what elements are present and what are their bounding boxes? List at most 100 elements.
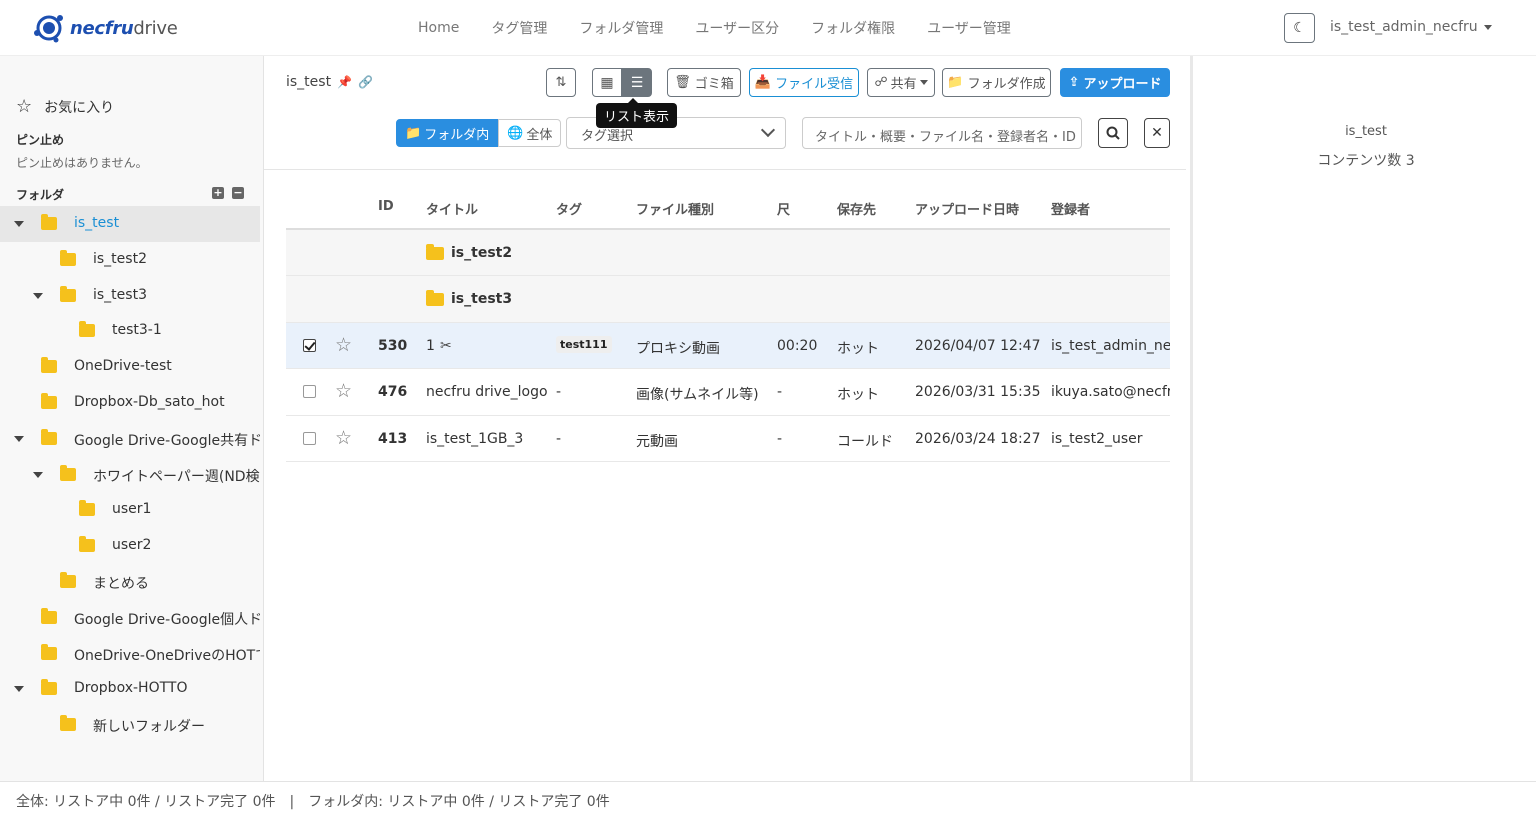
- table-row[interactable]: ☆ 530 1 プロキシ動画 00:20 ホット 2026/04/07 12:47 is_te…: [286, 322, 1170, 370]
- folder-tree-item[interactable]: is_test3: [0, 278, 260, 314]
- brand-name: necfrudrive: [70, 17, 178, 39]
- nav-folder-management[interactable]: フォルダ管理: [579, 18, 663, 38]
- divider: [264, 169, 1186, 170]
- favorites-link[interactable]: ☆ お気に入り: [16, 96, 114, 117]
- col-title[interactable]: タイトル: [426, 199, 478, 218]
- folder-row[interactable]: is_test2: [286, 230, 1170, 277]
- col-owner[interactable]: 登録者: [1051, 199, 1090, 218]
- caret-down-icon[interactable]: [33, 471, 43, 478]
- search-button[interactable]: [1098, 118, 1128, 148]
- scope-all-button[interactable]: 🌐 全体: [498, 119, 562, 147]
- search-icon: [1106, 126, 1120, 140]
- col-duration[interactable]: 尺: [777, 199, 790, 218]
- dark-mode-toggle-button[interactable]: ☾: [1284, 13, 1315, 43]
- row-id: 476: [378, 384, 408, 401]
- folder-tree-item[interactable]: Google Drive-Google個人ドライブ: [0, 600, 260, 636]
- search-scope-toggle: 📁 フォルダ内 🌐 全体: [396, 119, 562, 147]
- nav-user-management[interactable]: ユーザー管理: [927, 18, 1011, 38]
- scope-in-folder-button[interactable]: 📁 フォルダ内: [396, 119, 499, 147]
- folder-tree: is_test is_test2 is_test3 test3-1 OneDrive-t…: [0, 206, 260, 743]
- folder-tree-item[interactable]: Google Drive-Google共有ドライブ: [0, 421, 260, 457]
- search-input[interactable]: タイトル・概要・ファイル名・登録者名・ID: [802, 117, 1082, 149]
- folder-tree-label: 新しいフォルダー: [93, 719, 205, 736]
- row-id: 530: [378, 337, 408, 354]
- table-row[interactable]: ☆ 476 necfru drive_logo 画像(サムネイル等) - ホット 2026/…: [286, 369, 1170, 416]
- share-button[interactable]: ☍ 共有: [867, 68, 935, 97]
- nav-tag-management[interactable]: タグ管理: [491, 18, 547, 38]
- tag-badge[interactable]: test111: [556, 335, 612, 353]
- pin-icon[interactable]: 📌: [337, 75, 352, 89]
- brand-logo[interactable]: necfrudrive: [30, 9, 178, 47]
- pinned-title: ピン止め: [16, 133, 65, 147]
- caret-down-icon[interactable]: [14, 435, 24, 442]
- link-icon[interactable]: 🔗: [358, 75, 373, 89]
- sidebar: ☆ お気に入り ピン止め ピン止めはありません。 フォルダ + − is_tes…: [0, 56, 264, 781]
- trash-button[interactable]: 🗑 ゴミ箱: [667, 68, 741, 97]
- row-checkbox[interactable]: [303, 431, 316, 445]
- folder-icon: [60, 249, 76, 266]
- folder-tree-item[interactable]: test3-1: [0, 313, 260, 349]
- col-uploaded[interactable]: アップロード日時: [915, 199, 1019, 218]
- folder-tree-item[interactable]: user2: [0, 528, 260, 564]
- folder-tree-label: まとめる: [93, 575, 149, 592]
- table-row[interactable]: ☆ 413 is_test_1GB_3 元動画 - コールド 2026/03/24 18:2…: [286, 416, 1170, 462]
- folder-tree-item[interactable]: Dropbox-Db_sato_hot: [0, 385, 260, 421]
- col-storage[interactable]: 保存先: [837, 199, 876, 218]
- caret-down-icon[interactable]: [14, 221, 24, 227]
- share-icon: ☍: [874, 75, 888, 90]
- folder-tree-item[interactable]: Dropbox-HOTTO: [0, 671, 260, 707]
- row-checkbox[interactable]: [303, 338, 316, 352]
- nav-folder-permissions[interactable]: フォルダ権限: [811, 18, 895, 38]
- collapse-all-button[interactable]: −: [232, 187, 244, 199]
- folder-tree-item[interactable]: まとめる: [0, 564, 260, 600]
- folder-icon: [60, 464, 76, 481]
- sort-button[interactable]: ⇅: [546, 68, 576, 97]
- folder-tree-item[interactable]: ホワイトペーパー週(ND検: [0, 457, 260, 493]
- nav-home[interactable]: Home: [418, 20, 459, 36]
- row-duration: -: [777, 430, 783, 447]
- favorite-star-icon[interactable]: ☆: [335, 380, 352, 402]
- user-name: is_test_admin_necfru: [1330, 19, 1478, 35]
- favorite-star-icon[interactable]: ☆: [335, 334, 352, 356]
- row-uploaded: 2026/04/07 12:47: [915, 337, 1041, 354]
- folder-tree-label: Google Drive-Google共有ドライブ: [74, 432, 260, 449]
- folder-tree-label: is_test: [74, 215, 120, 231]
- folder-tree-item[interactable]: is_test2: [0, 242, 260, 278]
- favorite-star-icon[interactable]: ☆: [335, 427, 352, 449]
- folder-icon: [41, 607, 57, 624]
- folder-tree-item[interactable]: OneDrive-test: [0, 349, 260, 385]
- col-id[interactable]: ID: [378, 199, 394, 214]
- list-view-button[interactable]: ☰: [622, 68, 652, 97]
- nav-user-category[interactable]: ユーザー区分: [695, 18, 779, 38]
- row-uploaded: 2026/03/24 18:27: [915, 430, 1041, 447]
- folder-tree-item[interactable]: 新しいフォルダー: [0, 707, 260, 743]
- user-menu[interactable]: is_test_admin_necfru: [1330, 19, 1492, 35]
- col-tag[interactable]: タグ: [556, 199, 582, 218]
- folder-tree-label: ホワイトペーパー週(ND検: [93, 468, 260, 485]
- grid-view-button[interactable]: ▦: [592, 68, 622, 97]
- folder-tree-item[interactable]: user1: [0, 492, 260, 528]
- row-checkbox[interactable]: [303, 385, 316, 399]
- expand-all-button[interactable]: +: [212, 187, 224, 199]
- folder-icon: [60, 715, 76, 732]
- chevron-down-icon: [760, 122, 776, 138]
- caret-down-icon[interactable]: [33, 292, 43, 299]
- clear-search-button[interactable]: ✕: [1144, 118, 1170, 148]
- col-type[interactable]: ファイル種別: [636, 199, 714, 218]
- folder-row[interactable]: is_test3: [286, 276, 1170, 323]
- folder-tree-label: user1: [112, 501, 152, 518]
- create-folder-button[interactable]: 📁 フォルダ作成: [942, 68, 1051, 97]
- folder-icon: [60, 285, 76, 302]
- receive-files-button[interactable]: 📥 ファイル受信: [749, 68, 859, 97]
- detail-panel: is_test コンテンツ数 3: [1190, 56, 1536, 781]
- row-file-type: 元動画: [636, 433, 678, 450]
- pinned-empty-message: ピン止めはありません。: [16, 156, 148, 170]
- folder-tree-label: OneDrive-OneDriveのHOTで: [74, 647, 260, 664]
- list-icon: ☰: [630, 74, 644, 91]
- main-content: is_test 📌 🔗 ⇅ ▦ ☰ リスト表示 🗑 ゴミ箱 📥 ファイル受信 ☍ 共有…: [264, 56, 1190, 781]
- upload-button[interactable]: ⇪ アップロード: [1060, 68, 1170, 97]
- row-tag: -: [556, 384, 562, 401]
- folder-tree-item[interactable]: is_test: [0, 206, 260, 242]
- folder-tree-item[interactable]: OneDrive-OneDriveのHOTで: [0, 636, 260, 672]
- caret-down-icon[interactable]: [14, 686, 24, 693]
